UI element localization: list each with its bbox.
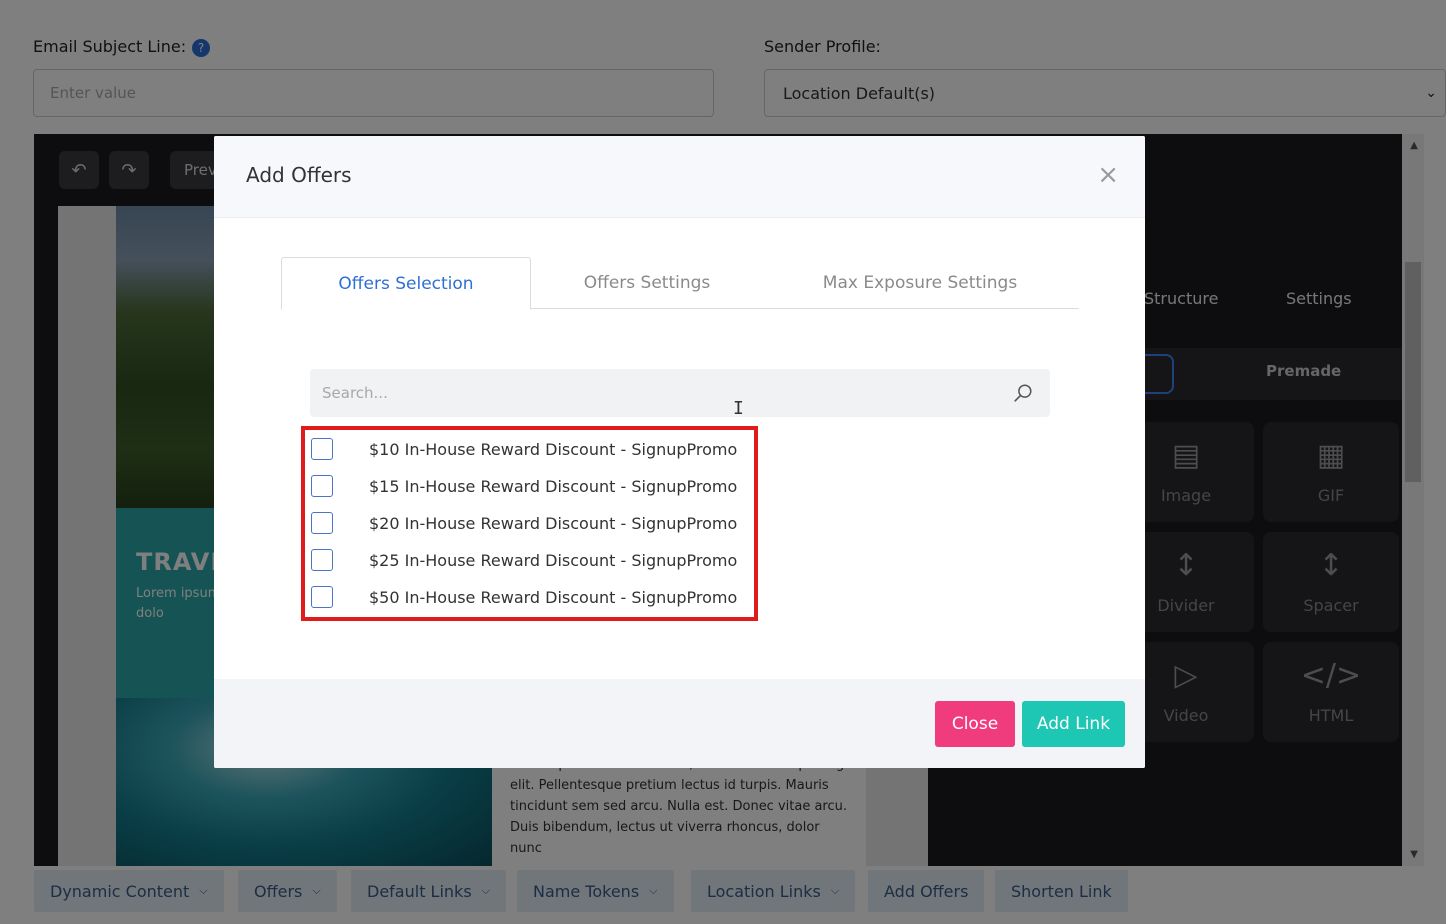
offer-label: $10 In-House Reward Discount - SignupPro… <box>369 439 738 459</box>
close-button[interactable]: Close <box>935 701 1015 747</box>
offer-label: $25 In-House Reward Discount - SignupPro… <box>369 550 738 570</box>
search-icon[interactable] <box>1012 382 1034 404</box>
search-input[interactable] <box>310 369 1000 417</box>
offer-item[interactable]: $15 In-House Reward Discount - SignupPro… <box>311 471 737 501</box>
add-offers-modal: Add Offers × Offers Selection Offers Set… <box>214 136 1145 768</box>
offer-label: $20 In-House Reward Discount - SignupPro… <box>369 513 738 533</box>
offer-checkbox[interactable] <box>311 475 333 497</box>
offer-label: $15 In-House Reward Discount - SignupPro… <box>369 476 738 496</box>
offers-search <box>310 369 1050 417</box>
tab-offers-settings[interactable]: Offers Settings <box>531 257 763 309</box>
offers-list: $10 In-House Reward Discount - SignupPro… <box>301 426 758 621</box>
offer-checkbox[interactable] <box>311 549 333 571</box>
add-link-button[interactable]: Add Link <box>1022 701 1125 747</box>
modal-footer: Close Add Link <box>214 679 1145 768</box>
offer-checkbox[interactable] <box>311 586 333 608</box>
offer-label: $50 In-House Reward Discount - SignupPro… <box>369 587 738 607</box>
tab-max-exposure-settings[interactable]: Max Exposure Settings <box>771 257 1069 309</box>
text-cursor-icon: I <box>733 398 744 419</box>
modal-tabs: Offers Selection Offers Settings Max Exp… <box>281 257 1079 310</box>
offer-checkbox[interactable] <box>311 512 333 534</box>
modal-header: Add Offers × <box>214 136 1145 218</box>
offer-item[interactable]: $25 In-House Reward Discount - SignupPro… <box>311 545 737 575</box>
offer-checkbox[interactable] <box>311 438 333 460</box>
offer-item[interactable]: $10 In-House Reward Discount - SignupPro… <box>311 434 737 464</box>
tab-offers-selection[interactable]: Offers Selection <box>281 257 531 310</box>
modal-title: Add Offers <box>246 163 352 187</box>
offer-item[interactable]: $50 In-House Reward Discount - SignupPro… <box>311 582 737 612</box>
offer-item[interactable]: $20 In-House Reward Discount - SignupPro… <box>311 508 737 538</box>
close-icon[interactable]: × <box>1097 162 1119 188</box>
